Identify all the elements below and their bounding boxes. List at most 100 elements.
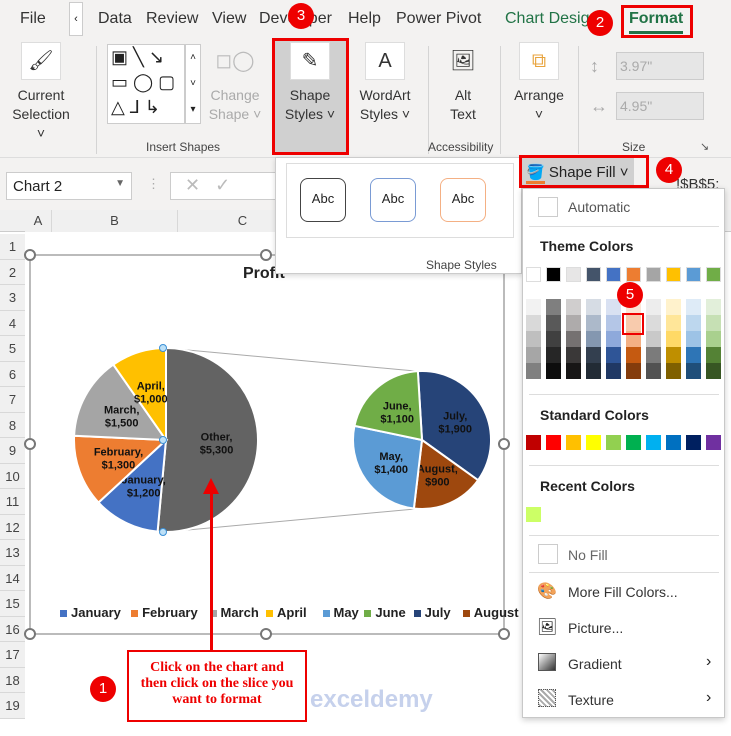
theme-shade-swatch[interactable] [686, 331, 701, 347]
standard-color-swatch[interactable] [586, 435, 601, 450]
theme-shade-swatch[interactable] [666, 347, 681, 363]
automatic-option[interactable]: Automatic [568, 199, 630, 215]
theme-shade-swatch[interactable] [526, 363, 541, 379]
theme-color-swatch[interactable] [586, 267, 601, 282]
no-fill-option[interactable]: No Fill [568, 547, 608, 563]
chart-resize-handle[interactable] [24, 249, 36, 261]
theme-shade-swatch[interactable] [566, 315, 581, 331]
legend-item-april[interactable]: April [266, 605, 307, 620]
theme-shade-swatch[interactable] [546, 315, 561, 331]
legend-item-july[interactable]: July [413, 605, 451, 620]
theme-shade-swatch[interactable] [606, 315, 621, 331]
theme-shade-swatch[interactable] [546, 363, 561, 379]
style-swatch-1[interactable]: Abc [300, 178, 346, 222]
theme-shade-swatch[interactable] [646, 363, 661, 379]
data-label[interactable]: April, $1,000 [134, 381, 168, 406]
theme-shade-swatch[interactable] [566, 347, 581, 363]
theme-shade-swatch[interactable] [566, 331, 581, 347]
theme-shade-swatch[interactable] [666, 299, 681, 315]
theme-shade-swatch[interactable] [566, 363, 581, 379]
theme-shade-swatch[interactable] [546, 347, 561, 363]
standard-color-swatch[interactable] [626, 435, 641, 450]
chart-resize-handle[interactable] [260, 628, 272, 640]
theme-shade-swatch[interactable] [606, 347, 621, 363]
slice-selection-handle[interactable] [159, 436, 167, 444]
theme-shade-swatch[interactable] [526, 315, 541, 331]
standard-color-swatch[interactable] [706, 435, 721, 450]
chart-resize-handle[interactable] [498, 438, 510, 450]
standard-color-swatch[interactable] [646, 435, 661, 450]
theme-color-swatch[interactable] [646, 267, 661, 282]
theme-color-swatch[interactable] [706, 267, 721, 282]
theme-shade-swatch[interactable] [706, 331, 721, 347]
standard-color-swatch[interactable] [526, 435, 541, 450]
standard-color-swatch[interactable] [686, 435, 701, 450]
slice-selection-handle[interactable] [159, 528, 167, 536]
theme-shade-swatch[interactable] [646, 347, 661, 363]
theme-color-swatch[interactable] [566, 267, 581, 282]
picture-option[interactable]: Picture... [568, 620, 623, 636]
chart-resize-handle[interactable] [260, 249, 272, 261]
slice-selection-handle[interactable] [159, 344, 167, 352]
theme-shade-swatch[interactable] [706, 347, 721, 363]
chart-resize-handle[interactable] [498, 628, 510, 640]
theme-shade-swatch[interactable] [666, 315, 681, 331]
theme-shade-swatch[interactable] [526, 299, 541, 315]
recent-color-swatch[interactable] [526, 507, 541, 522]
legend-item-january[interactable]: January [60, 605, 121, 620]
gradient-option[interactable]: Gradient [568, 656, 622, 672]
theme-shade-swatch[interactable] [706, 299, 721, 315]
more-fill-colors-option[interactable]: More Fill Colors... [568, 584, 678, 600]
legend-item-february[interactable]: February [131, 605, 198, 620]
theme-color-swatch[interactable] [546, 267, 561, 282]
standard-color-swatch[interactable] [546, 435, 561, 450]
theme-shade-swatch[interactable] [626, 347, 641, 363]
chart-resize-handle[interactable] [24, 628, 36, 640]
theme-shade-swatch[interactable] [546, 331, 561, 347]
legend-item-june[interactable]: June [364, 605, 406, 620]
theme-shade-swatch[interactable] [686, 347, 701, 363]
theme-shade-swatch[interactable] [626, 363, 641, 379]
theme-shade-swatch[interactable] [606, 331, 621, 347]
theme-shade-swatch[interactable] [526, 331, 541, 347]
data-label[interactable]: July, $1,900 [438, 411, 472, 436]
data-label[interactable]: January, $1,200 [121, 474, 165, 499]
legend-item-may[interactable]: May [322, 605, 359, 620]
theme-shade-swatch[interactable] [686, 363, 701, 379]
theme-shade-swatch[interactable] [586, 331, 601, 347]
standard-color-swatch[interactable] [566, 435, 581, 450]
theme-shade-swatch[interactable] [586, 347, 601, 363]
theme-shade-swatch[interactable] [566, 299, 581, 315]
data-label[interactable]: Other, $5,300 [200, 431, 234, 456]
theme-shade-swatch[interactable] [606, 363, 621, 379]
style-swatch-2[interactable]: Abc [370, 178, 416, 222]
chart-resize-handle[interactable] [24, 438, 36, 450]
theme-shade-swatch[interactable] [646, 331, 661, 347]
theme-shade-swatch[interactable] [586, 363, 601, 379]
theme-shade-swatch[interactable] [526, 347, 541, 363]
theme-shade-swatch[interactable] [586, 299, 601, 315]
data-label[interactable]: June, $1,100 [380, 400, 414, 425]
theme-color-swatch[interactable] [526, 267, 541, 282]
legend-item-august[interactable]: August [462, 605, 519, 620]
theme-shade-swatch[interactable] [686, 299, 701, 315]
style-swatch-3[interactable]: Abc [440, 178, 486, 222]
theme-color-swatch[interactable] [606, 267, 621, 282]
theme-color-swatch[interactable] [626, 267, 641, 282]
data-label[interactable]: May, $1,400 [374, 451, 408, 476]
data-label[interactable]: March, $1,500 [104, 405, 139, 430]
legend-item-march[interactable]: March [209, 605, 259, 620]
theme-color-swatch[interactable] [686, 267, 701, 282]
texture-option[interactable]: Texture [568, 692, 614, 708]
theme-shade-swatch[interactable] [546, 299, 561, 315]
theme-shade-swatch[interactable] [586, 315, 601, 331]
standard-color-swatch[interactable] [606, 435, 621, 450]
theme-shade-swatch[interactable] [666, 331, 681, 347]
theme-shade-swatch[interactable] [666, 363, 681, 379]
theme-shade-swatch[interactable] [646, 299, 661, 315]
standard-color-swatch[interactable] [666, 435, 681, 450]
theme-color-swatch[interactable] [666, 267, 681, 282]
theme-shade-swatch[interactable] [706, 315, 721, 331]
theme-shade-swatch[interactable] [706, 363, 721, 379]
theme-shade-swatch[interactable] [686, 315, 701, 331]
